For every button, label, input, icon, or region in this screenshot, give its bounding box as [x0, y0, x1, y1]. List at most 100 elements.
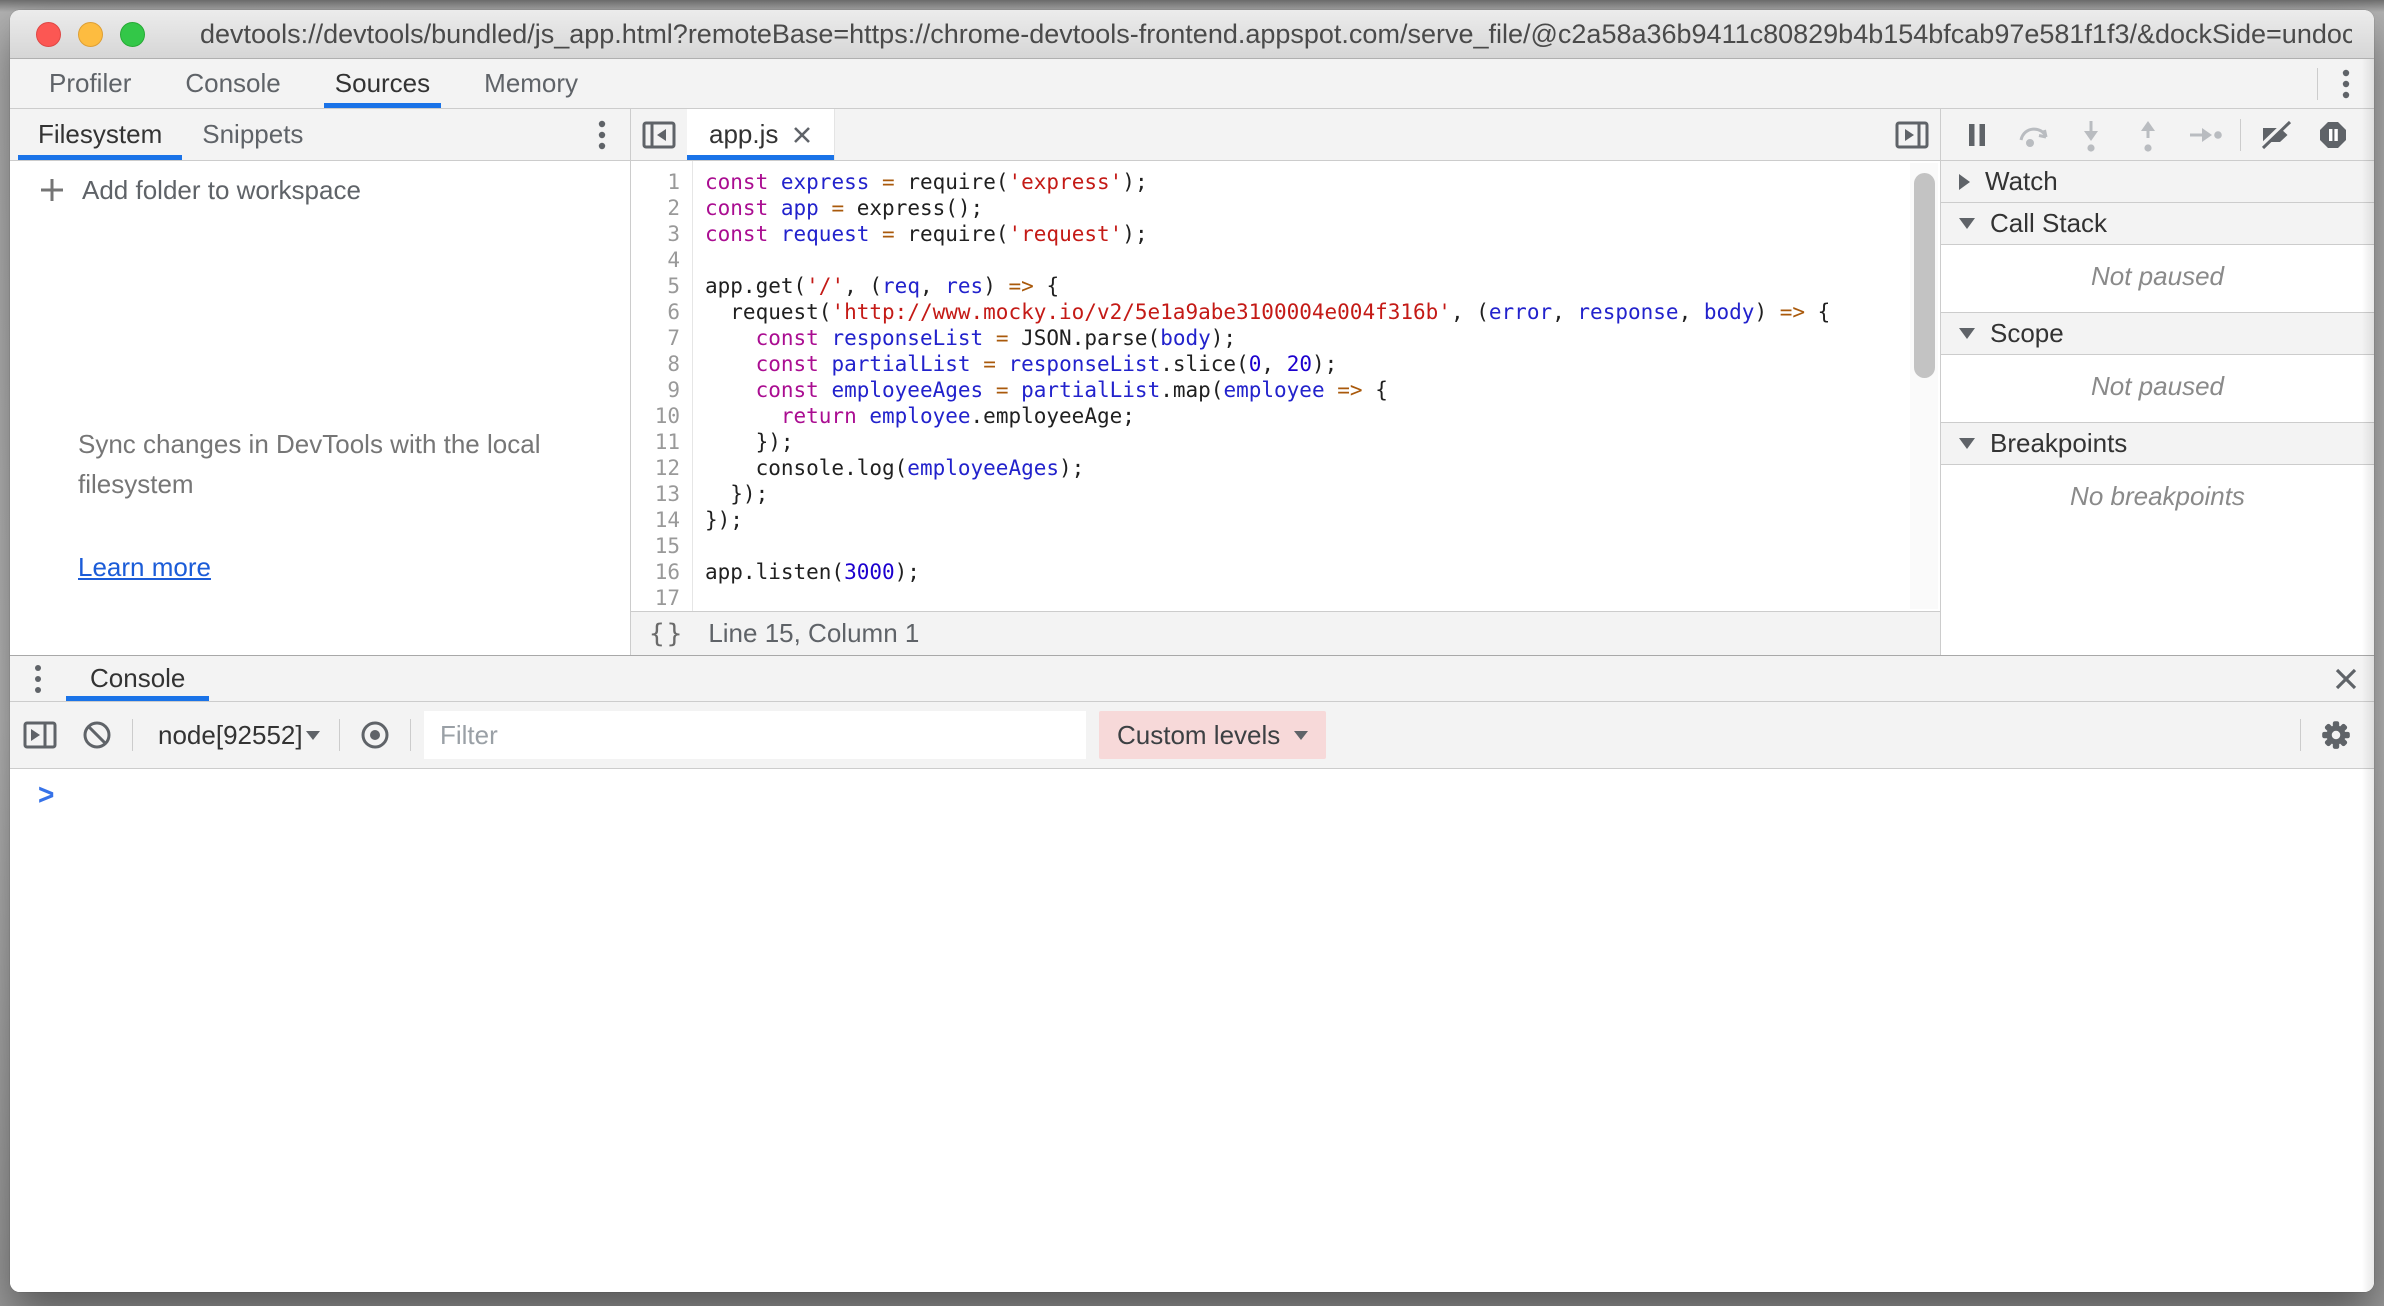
drawer-tab-console[interactable]: Console [66, 656, 209, 701]
execution-context-label: node[92552] [158, 720, 303, 751]
section-header-watch[interactable]: Watch [1941, 161, 2374, 203]
debugger-toolbar [1941, 109, 2374, 161]
step-into-button[interactable] [2069, 113, 2113, 157]
add-folder-button[interactable]: Add folder to workspace [10, 161, 630, 219]
panels-row: FilesystemSnippets Add folder to workspa… [10, 109, 2374, 655]
console-toolbar-separator [2300, 719, 2301, 751]
line-number[interactable]: 5 [631, 273, 680, 299]
code-line: return employee.employeeAge; [705, 403, 1940, 429]
tab-console[interactable]: Console [158, 59, 307, 108]
log-levels-dropdown[interactable]: Custom levels [1099, 711, 1326, 759]
close-tab-icon[interactable] [792, 125, 812, 145]
editor-panel: app.js 1234567891011121314151617 [631, 109, 1940, 655]
triangle-down-icon [1959, 218, 1975, 229]
tab-sources[interactable]: Sources [308, 59, 457, 108]
editor-tabbar-spacer [835, 109, 1884, 160]
toggle-navigator-button[interactable] [631, 109, 687, 160]
line-number[interactable]: 8 [631, 351, 680, 377]
navigator-panel: FilesystemSnippets Add folder to workspa… [10, 109, 631, 655]
zoom-window-button[interactable] [120, 22, 145, 47]
line-number[interactable]: 2 [631, 195, 680, 221]
section-header-breakpoints[interactable]: Breakpoints [1941, 423, 2374, 465]
deactivate-breakpoints-button[interactable] [2254, 113, 2298, 157]
tab-profiler[interactable]: Profiler [22, 59, 158, 108]
devtools-window: devtools://devtools/bundled/js_app.html?… [10, 10, 2374, 1292]
code-line [705, 533, 1940, 559]
code-line: const express = require('express'); [705, 169, 1940, 195]
line-number[interactable]: 12 [631, 455, 680, 481]
show-console-sidebar-button[interactable] [18, 713, 62, 757]
triangle-down-icon [1959, 328, 1975, 339]
gear-icon [2319, 718, 2353, 752]
close-drawer-button[interactable] [2318, 656, 2374, 701]
line-number[interactable]: 1 [631, 169, 680, 195]
navigator-tabbar: FilesystemSnippets [10, 109, 630, 161]
code-line: request('http://www.mocky.io/v2/5e1a9abe… [705, 299, 1940, 325]
chevron-down-icon [306, 731, 320, 740]
code-line: const employeeAges = partialList.map(emp… [705, 377, 1940, 403]
pause-on-exceptions-button[interactable] [2311, 113, 2355, 157]
line-number[interactable]: 15 [631, 533, 680, 559]
console-prompt-icon: > [38, 778, 54, 812]
tab-memory[interactable]: Memory [457, 59, 605, 108]
navigator-tab-snippets[interactable]: Snippets [182, 109, 323, 160]
step-out-button[interactable] [2126, 113, 2170, 157]
learn-more-link[interactable]: Learn more [78, 552, 211, 583]
main-menu-button[interactable] [2318, 59, 2374, 108]
code-line: }); [705, 481, 1940, 507]
console-output: > [10, 769, 2374, 1292]
line-number[interactable]: 11 [631, 429, 680, 455]
editor-scrollbar-thumb[interactable] [1914, 173, 1935, 378]
navigator-menu-button[interactable] [574, 109, 630, 160]
code-line: const partialList = responseList.slice(0… [705, 351, 1940, 377]
console-prompt[interactable]: > [10, 769, 2374, 821]
step-over-button[interactable] [2012, 113, 2056, 157]
file-tab-appjs[interactable]: app.js [687, 109, 835, 160]
line-number[interactable]: 9 [631, 377, 680, 403]
line-number[interactable]: 4 [631, 247, 680, 273]
line-number[interactable]: 10 [631, 403, 680, 429]
traffic-lights [36, 22, 145, 47]
line-number[interactable]: 17 [631, 585, 680, 611]
code-editor[interactable]: const express = require('express');const… [693, 161, 1940, 611]
pause-on-exceptions-icon [2317, 119, 2349, 151]
line-number[interactable]: 13 [631, 481, 680, 507]
console-toolbar-separator [339, 719, 340, 751]
toggle-debugger-sidebar-button[interactable] [1884, 109, 1940, 160]
console-filter-input[interactable] [424, 711, 1086, 759]
clear-console-button[interactable] [75, 713, 119, 757]
triangle-down-icon [1959, 438, 1975, 449]
code-line: console.log(employeeAges); [705, 455, 1940, 481]
section-label-watch: Watch [1985, 166, 2058, 197]
navigator-tab-filesystem[interactable]: Filesystem [18, 109, 182, 160]
console-toolbar: node[92552] Custom levels [10, 702, 2374, 769]
line-number[interactable]: 6 [631, 299, 680, 325]
line-number[interactable]: 3 [631, 221, 680, 247]
code-line [705, 585, 1940, 611]
line-number[interactable]: 14 [631, 507, 680, 533]
drawer-menu-button[interactable] [10, 656, 66, 701]
drawer-header: Console [10, 656, 2374, 702]
step-button[interactable] [2183, 113, 2227, 157]
code-line: }); [705, 429, 1940, 455]
pause-script-button[interactable] [1955, 113, 1999, 157]
chevron-down-icon [1294, 731, 1308, 740]
line-number[interactable]: 7 [631, 325, 680, 351]
section-header-scope[interactable]: Scope [1941, 313, 2374, 355]
section-content-scope: Not paused [1941, 355, 2374, 423]
hide-navigator-icon [642, 120, 676, 150]
section-content-call-stack: Not paused [1941, 245, 2374, 313]
console-settings-button[interactable] [2314, 713, 2358, 757]
triangle-right-icon [1959, 174, 1970, 190]
section-header-call-stack[interactable]: Call Stack [1941, 203, 2374, 245]
close-window-button[interactable] [36, 22, 61, 47]
line-number-gutter[interactable]: 1234567891011121314151617 [631, 161, 693, 611]
minimize-window-button[interactable] [78, 22, 103, 47]
kebab-menu-icon [34, 663, 42, 695]
code-line: const app = express(); [705, 195, 1940, 221]
pretty-print-icon[interactable]: {} [649, 619, 684, 649]
line-number[interactable]: 16 [631, 559, 680, 585]
execution-context-selector[interactable]: node[92552] [146, 712, 326, 758]
create-live-expression-button[interactable] [353, 713, 397, 757]
step-icon [2187, 119, 2223, 151]
